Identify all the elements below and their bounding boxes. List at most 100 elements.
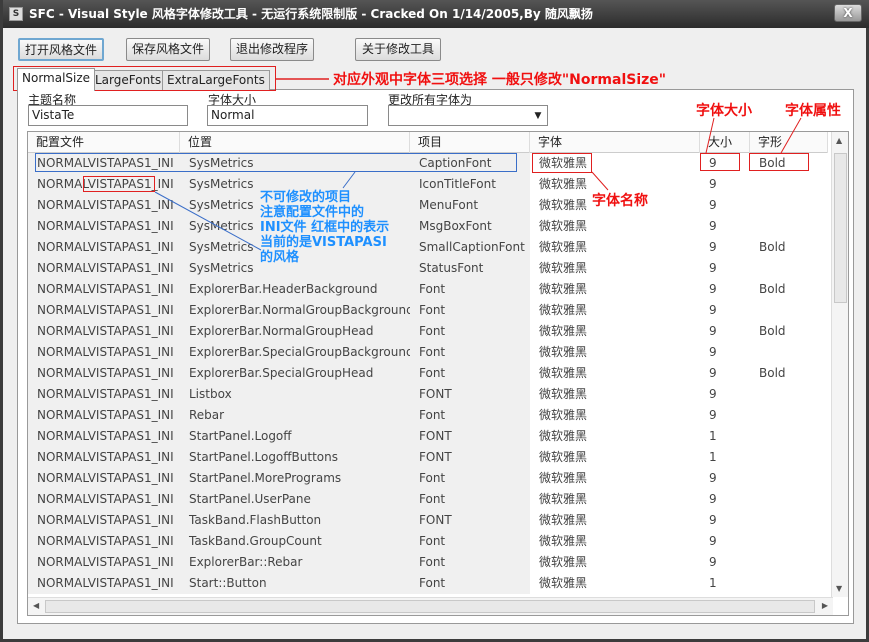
cell-font: 微软雅黑: [539, 366, 588, 380]
vertical-scrollbar[interactable]: ▲ ▼: [831, 132, 848, 597]
table-row[interactable]: NORMALVISTAPAS1_INI Rebar Font 微软雅黑 9: [28, 405, 828, 426]
cell-location: ExplorerBar::Rebar: [180, 552, 410, 573]
tabs-annotation: 对应外观中字体三项选择 一般只修改"NormalSize": [333, 72, 667, 88]
tab-normalsize[interactable]: NormalSize: [17, 68, 96, 91]
cell-font: 微软雅黑: [539, 513, 588, 527]
table-row[interactable]: NORMALVISTAPAS1_INI SysMetrics MsgBoxFont 微…: [28, 216, 828, 237]
cell-style: [750, 174, 828, 195]
table-row[interactable]: NORMALVISTAPAS1_INI ExplorerBar.NormalGro…: [28, 321, 828, 342]
cell-item: Font: [410, 363, 530, 384]
table-row[interactable]: NORMALVISTAPAS1_INI ExplorerBar::Rebar Fon…: [28, 552, 828, 573]
change-all-combo[interactable]: ▼: [388, 105, 548, 126]
cell-config-file: NORMALVISTAPAS1_INI: [28, 447, 180, 468]
table-row[interactable]: NORMALVISTAPAS1_INI ExplorerBar.SpecialGr…: [28, 342, 828, 363]
cell-style: [750, 489, 828, 510]
horizontal-scrollbar[interactable]: ◀ ▶: [28, 597, 833, 615]
window-title: SFC - Visual Style 风格字体修改工具 - 无运行系统限制版 -…: [29, 7, 593, 21]
size-annotation: 字体大小: [696, 103, 752, 119]
cell-style: [750, 258, 828, 279]
cell-style: Bold: [759, 282, 786, 296]
table-row[interactable]: NORMALVISTAPAS1_INI Start::Button Font 微软雅黑…: [28, 573, 828, 594]
col-item[interactable]: 项目: [410, 132, 530, 153]
vertical-scroll-thumb[interactable]: [834, 153, 847, 303]
scroll-down-icon[interactable]: ▼: [836, 584, 842, 593]
cell-size: 1: [709, 576, 717, 590]
horizontal-scroll-thumb[interactable]: [45, 600, 815, 613]
cell-location: TaskBand.FlashButton: [180, 510, 410, 531]
font-table: 配置文件 位置 项目 字体 大小 字形 NORMALVISTAPAS1_INI S…: [27, 131, 849, 616]
ini-annotation-line: 注意配置文件中的: [260, 205, 365, 220]
cell-font: 微软雅黑: [539, 492, 588, 506]
cell-style: [750, 426, 828, 447]
ini-annotation: 不可修改的项目 注意配置文件中的 INI文件 红框中的表示 当前的是VISTAP…: [260, 190, 389, 265]
table-row[interactable]: NORMALVISTAPAS1_INI ExplorerBar.HeaderBac…: [28, 279, 828, 300]
cell-style: [750, 342, 828, 363]
cell-location: Start::Button: [180, 573, 410, 594]
table-row[interactable]: NORMALVISTAPAS1_INI SysMetrics StatusFont 微…: [28, 258, 828, 279]
cell-size: 9: [709, 387, 717, 401]
col-location[interactable]: 位置: [180, 132, 410, 153]
table-row[interactable]: NORMALVISTAPAS1_INI TaskBand.GroupCount Fo…: [28, 531, 828, 552]
table-row[interactable]: NORMALVISTAPAS1_INI StartPanel.Logoff FONT…: [28, 426, 828, 447]
table-row[interactable]: NORMALVISTAPAS1_INI SysMetrics MenuFont 微软雅…: [28, 195, 828, 216]
cell-item: Font: [410, 342, 530, 363]
cell-style: [750, 552, 828, 573]
close-button[interactable]: X: [834, 4, 862, 22]
exit-button[interactable]: 退出修改程序: [230, 38, 314, 61]
cell-location: StartPanel.Logoff: [180, 426, 410, 447]
col-font[interactable]: 字体: [530, 132, 700, 153]
cell-config-file: NORMALVISTAPAS1_INI: [28, 405, 180, 426]
cell-config-file: NORMALVISTAPAS1_INI: [28, 279, 180, 300]
cell-config-file: NORMALVISTAPAS1_INI: [28, 342, 180, 363]
cell-location: ExplorerBar.HeaderBackground: [180, 279, 410, 300]
table-row[interactable]: NORMALVISTAPAS1_INI TaskBand.FlashButton F…: [28, 510, 828, 531]
cell-style: Bold: [759, 324, 786, 338]
title-bar: S SFC - Visual Style 风格字体修改工具 - 无运行系统限制版…: [3, 0, 869, 28]
col-style[interactable]: 字形: [750, 132, 828, 153]
theme-name-input[interactable]: VistaTe: [28, 105, 188, 126]
save-style-button[interactable]: 保存风格文件: [126, 38, 210, 61]
cell-item: Font: [410, 300, 530, 321]
cell-font: 微软雅黑: [539, 450, 588, 464]
cell-item: FONT: [410, 510, 530, 531]
cell-location: Rebar: [180, 405, 410, 426]
cell-size: 9: [709, 282, 717, 296]
cell-style: [750, 405, 828, 426]
cell-font: 微软雅黑: [539, 471, 588, 485]
table-row[interactable]: NORMALVISTAPAS1_INI SysMetrics SmallCaptio…: [28, 237, 828, 258]
cell-location: ExplorerBar.SpecialGroupBackground: [180, 342, 410, 363]
cell-font: 微软雅黑: [539, 387, 588, 401]
open-style-button[interactable]: 打开风格文件: [18, 38, 104, 61]
cell-config-file: NORMALVISTAPAS1_INI: [28, 300, 180, 321]
cell-size: 9: [709, 366, 717, 380]
cell-size: 9: [709, 240, 717, 254]
table-row[interactable]: NORMALVISTAPAS1_INI StartPanel.UserPane Fo…: [28, 489, 828, 510]
col-config-file[interactable]: 配置文件: [28, 132, 180, 153]
table-header: 配置文件 位置 项目 字体 大小 字形: [28, 132, 828, 153]
table-row[interactable]: NORMALVISTAPAS1_INI ExplorerBar.SpecialGr…: [28, 363, 828, 384]
table-row[interactable]: NORMALVISTAPAS1_INI StartPanel.MoreProgra…: [28, 468, 828, 489]
font-size-input[interactable]: Normal: [207, 105, 368, 126]
cell-location: StartPanel.MorePrograms: [180, 468, 410, 489]
cell-item: Font: [410, 468, 530, 489]
cell-style: [750, 195, 828, 216]
font-name-highlight-box: [532, 153, 592, 173]
table-row[interactable]: NORMALVISTAPAS1_INI StartPanel.LogoffButt…: [28, 447, 828, 468]
ini-annotation-line: 当前的是VISTAPASI: [260, 235, 387, 250]
cell-style: [750, 531, 828, 552]
scroll-right-icon[interactable]: ▶: [822, 601, 828, 610]
cell-font: 微软雅黑: [539, 303, 588, 317]
col-size[interactable]: 大小: [700, 132, 750, 153]
about-button[interactable]: 关于修改工具: [355, 38, 441, 61]
scroll-left-icon[interactable]: ◀: [33, 601, 39, 610]
dropdown-arrow-icon[interactable]: ▼: [530, 107, 546, 126]
table-row[interactable]: NORMALVISTAPAS1_INI ExplorerBar.NormalGro…: [28, 300, 828, 321]
scroll-up-icon[interactable]: ▲: [836, 136, 842, 145]
cell-config-file: NORMALVISTAPAS1_INI: [28, 321, 180, 342]
cell-style: [750, 216, 828, 237]
main-window: S SFC - Visual Style 风格字体修改工具 - 无运行系统限制版…: [0, 0, 869, 642]
table-row[interactable]: NORMALVISTAPAS1_INI Listbox FONT 微软雅黑 9: [28, 384, 828, 405]
cell-style: [750, 300, 828, 321]
cell-config-file: NORMALVISTAPAS1_INI: [28, 510, 180, 531]
ini-annotation-line: 不可修改的项目: [260, 190, 352, 205]
